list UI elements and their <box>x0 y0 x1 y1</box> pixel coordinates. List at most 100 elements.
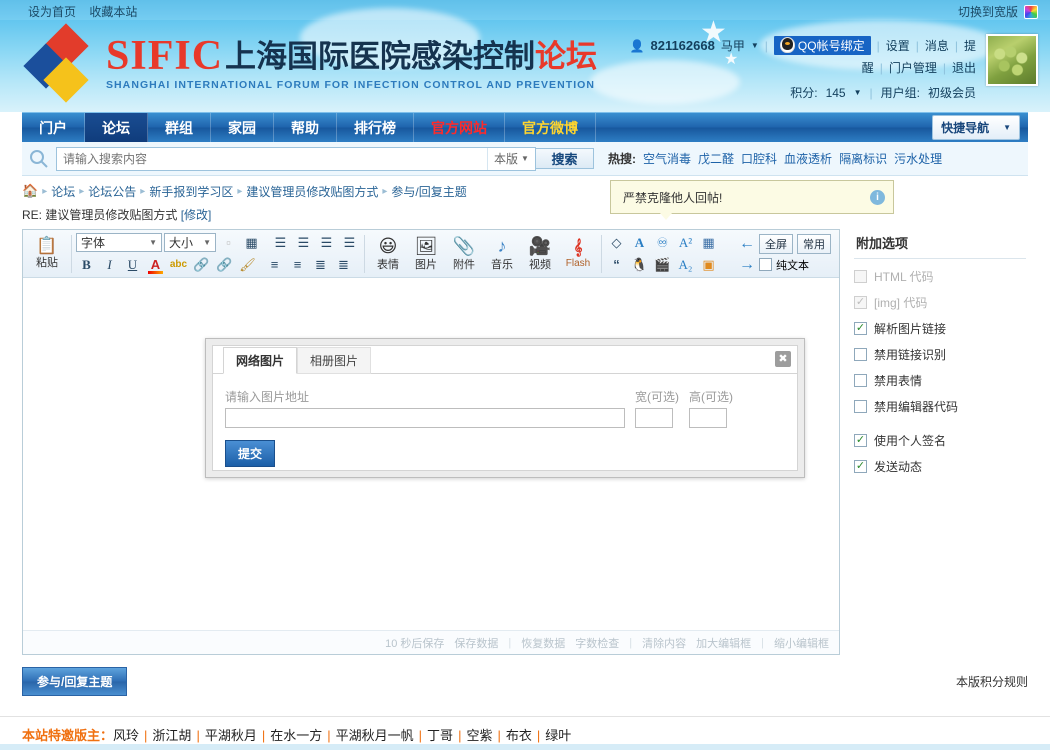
word-count-link[interactable]: 字数检查 <box>575 635 619 651</box>
hot-keyword[interactable]: 口腔科 <box>741 150 777 167</box>
word-icon[interactable]: ▦ <box>698 233 719 253</box>
moderator-name[interactable]: 在水一方 <box>270 728 322 743</box>
indent-icon[interactable]: ≡ <box>287 255 308 275</box>
dialog-submit-button[interactable]: 提交 <box>225 440 276 467</box>
media-icon[interactable]: 🎬 <box>652 255 673 275</box>
breadcrumb-item-newbie-area[interactable]: 新手报到学习区 <box>149 183 233 200</box>
font-family-select[interactable]: 字体 ▼ <box>76 233 162 252</box>
chevron-down-icon[interactable]: ▼ <box>751 41 759 50</box>
nav-item-official-site[interactable]: 官方网站 <box>414 113 505 142</box>
nav-item-home[interactable]: 家园 <box>211 113 274 142</box>
tab-network-image[interactable]: 网络图片 <box>223 347 298 374</box>
settings-link[interactable]: 设置 <box>886 37 910 54</box>
option-use-signature[interactable]: ✓ 使用个人签名 <box>854 432 1026 449</box>
option-send-feed[interactable]: ✓ 发送动态 <box>854 458 1026 475</box>
ordered-list-icon[interactable]: ≣ <box>310 255 331 275</box>
restore-data-link[interactable]: 恢复数据 <box>521 635 565 651</box>
redo-arrow-icon[interactable]: → <box>739 256 755 274</box>
save-data-link[interactable]: 保存数据 <box>454 635 498 651</box>
format-painter-icon[interactable]: 🖌 <box>237 255 258 275</box>
reply-topic-button[interactable]: 参与/回复主题 <box>22 667 128 696</box>
close-icon[interactable]: ✖ <box>775 351 791 367</box>
checkbox-disable-link-detect[interactable] <box>854 348 867 361</box>
home-icon[interactable]: 🏠 <box>22 183 38 199</box>
moderator-name[interactable]: 空紫 <box>466 728 492 743</box>
search-button[interactable]: 搜索 <box>536 148 594 169</box>
hot-keyword[interactable]: 血液透析 <box>784 150 832 167</box>
hot-keyword[interactable]: 污水处理 <box>894 150 942 167</box>
common-button[interactable]: 常用 <box>797 233 831 254</box>
reminder-link-part2[interactable]: 醒 <box>862 59 874 76</box>
bold-icon[interactable]: B <box>76 255 97 275</box>
moderator-name[interactable]: 风玲 <box>113 728 139 743</box>
checkbox-parse-image-links[interactable]: ✓ <box>854 322 867 335</box>
flash-button[interactable]: 𝄞 Flash <box>559 231 597 277</box>
option-disable-smilies[interactable]: 禁用表情 <box>854 372 1026 389</box>
moderator-name[interactable]: 布衣 <box>506 728 532 743</box>
spellcheck-icon[interactable]: abc <box>168 255 189 275</box>
option-img-code[interactable]: ✓ [img] 代码 <box>854 294 1026 311</box>
nav-item-forum[interactable]: 论坛 <box>85 113 148 142</box>
nav-item-help[interactable]: 帮助 <box>274 113 337 142</box>
checkbox-use-signature[interactable]: ✓ <box>854 434 867 447</box>
attachment-button[interactable]: 📎 附件 <box>445 231 483 277</box>
qq-bind-button[interactable]: QQ帐号绑定 <box>773 36 871 55</box>
align-justify-icon[interactable]: ☰ <box>339 233 360 253</box>
breadcrumb-item-reply[interactable]: 参与/回复主题 <box>391 183 466 200</box>
paste-button[interactable]: 📋 粘贴 <box>27 232 67 276</box>
logout-link[interactable]: 退出 <box>952 59 976 76</box>
site-logo[interactable]: SIFIC 上海国际医院感染控制论坛 SHANGHAI INTERNATIONA… <box>23 23 597 103</box>
image-height-input[interactable] <box>689 408 727 428</box>
font-size-select[interactable]: 大小 ▼ <box>164 233 216 252</box>
quote-icon[interactable]: “ <box>606 255 627 275</box>
reminder-link-part1[interactable]: 提 <box>964 37 976 54</box>
question-icon[interactable]: i <box>870 190 885 205</box>
nav-item-groups[interactable]: 群组 <box>148 113 211 142</box>
shrink-editor-link[interactable]: 缩小编辑框 <box>774 635 829 651</box>
font-color-icon[interactable]: A <box>145 255 166 275</box>
unordered-list-icon[interactable]: ≣ <box>333 255 354 275</box>
breadcrumb-item-announcements[interactable]: 论坛公告 <box>88 183 136 200</box>
book-icon[interactable]: ▣ <box>698 255 719 275</box>
crossout-icon[interactable]: ♾ <box>652 233 673 253</box>
quick-nav-button[interactable]: 快捷导航 ▼ <box>932 115 1020 140</box>
checkbox-disable-smilies[interactable] <box>854 374 867 387</box>
portal-admin-link[interactable]: 门户管理 <box>889 59 937 76</box>
forum-points-rule-link[interactable]: 本版积分规则 <box>956 673 1028 690</box>
switch-wide-link[interactable]: 切换到宽版 <box>958 3 1018 20</box>
table-icon[interactable]: ▦ <box>241 233 262 253</box>
edit-link[interactable]: [修改] <box>181 208 212 222</box>
image-url-input[interactable] <box>225 408 625 428</box>
fullscreen-button[interactable]: 全屏 <box>759 233 793 254</box>
moderator-name[interactable]: 平湖秋月一帆 <box>336 728 414 743</box>
qq-icon[interactable]: 🐧 <box>629 255 650 275</box>
option-disable-editor-code[interactable]: 禁用编辑器代码 <box>854 398 1026 415</box>
align-right-icon[interactable]: ☰ <box>316 233 337 253</box>
bold-a-icon[interactable]: A <box>629 233 650 253</box>
align-center-icon[interactable]: ☰ <box>293 233 314 253</box>
rainbow-square-icon[interactable] <box>1024 4 1038 19</box>
editor-content-area[interactable]: 网络图片 相册图片 ✖ 请输入图片地址 宽(可选) 高(可选) 提交 <box>23 278 839 630</box>
hot-keyword[interactable]: 隔离标识 <box>839 150 887 167</box>
user-alias[interactable]: 马甲 <box>721 37 745 54</box>
breadcrumb-item-thread[interactable]: 建议管理员修改贴图方式 <box>246 183 378 200</box>
video-button[interactable]: 🎥 视频 <box>521 231 559 277</box>
search-scope-select[interactable]: 本版 ▼ <box>487 147 535 170</box>
code-icon[interactable]: ◇ <box>606 233 627 253</box>
align-left-icon[interactable]: ☰ <box>270 233 291 253</box>
undo-arrow-icon[interactable]: ← <box>739 235 755 253</box>
outdent-icon[interactable]: ≡ <box>264 255 285 275</box>
user-id[interactable]: 821162668 <box>650 38 714 53</box>
checkbox-disable-editor-code[interactable] <box>854 400 867 413</box>
tab-album-image[interactable]: 相册图片 <box>297 347 372 374</box>
insert-link-icon[interactable]: 🔗 <box>191 255 212 275</box>
checkbox-send-feed[interactable]: ✓ <box>854 460 867 473</box>
set-homepage-link[interactable]: 设为首页 <box>28 5 76 19</box>
option-disable-link-detect[interactable]: 禁用链接识别 <box>854 346 1026 363</box>
subscript-icon[interactable]: A₂ <box>675 255 696 275</box>
messages-link[interactable]: 消息 <box>925 37 949 54</box>
clear-content-link[interactable]: 清除内容 <box>642 635 686 651</box>
breadcrumb-item-forum[interactable]: 论坛 <box>51 183 75 200</box>
hot-keyword[interactable]: 戊二醛 <box>698 150 734 167</box>
points-value[interactable]: 145 <box>826 86 846 100</box>
